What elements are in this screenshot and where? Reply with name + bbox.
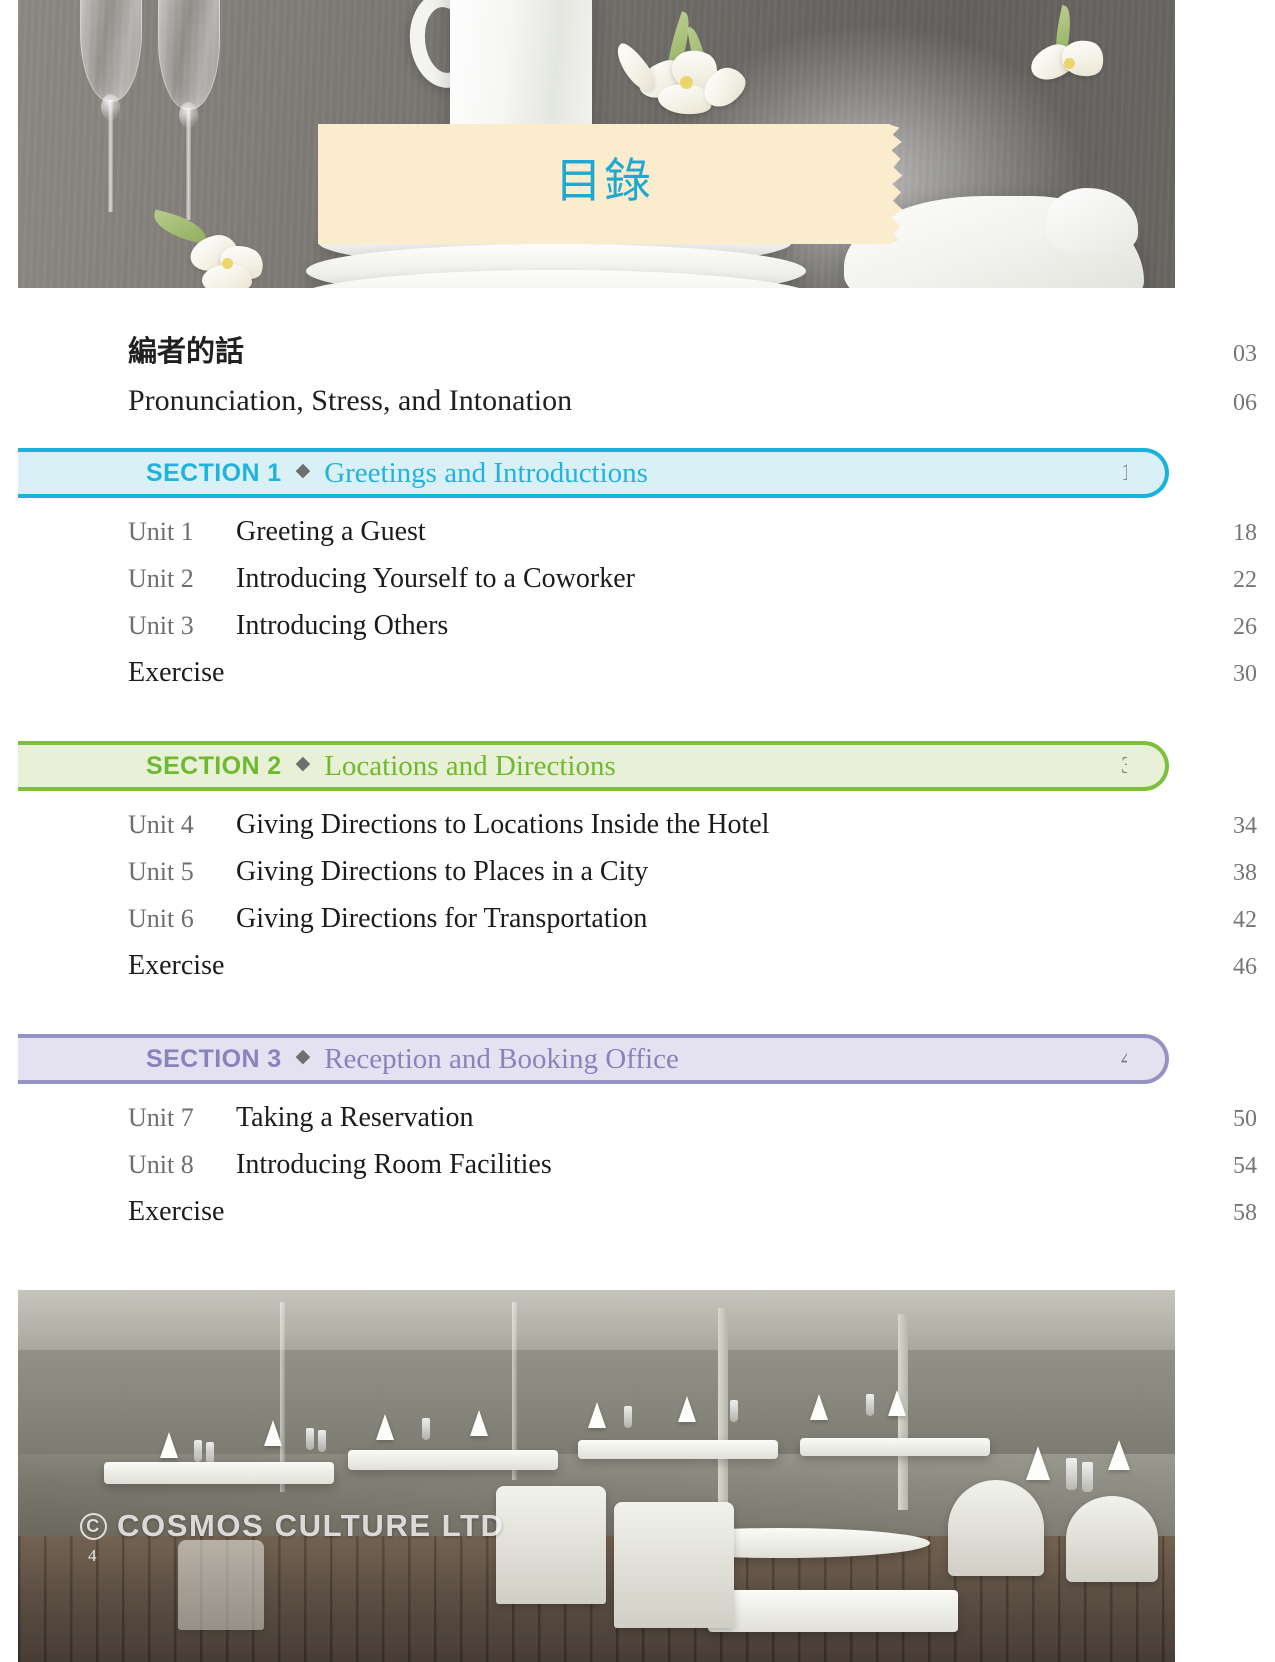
exercise-title: Exercise [128, 950, 225, 981]
chair [614, 1502, 734, 1628]
toc-entry-exercise[interactable]: Exercise 46 [0, 950, 1275, 982]
section-header-3[interactable]: SECTION 3 ◆ Reception and Booking Office… [18, 1034, 1169, 1084]
toc-entry-front-matter[interactable]: 編者的話 03 [0, 328, 1275, 370]
unit-title: Greeting a Guest [236, 516, 426, 547]
unit-number: Unit 3 [128, 611, 194, 640]
toc-entry-exercise[interactable]: Exercise 30 [0, 657, 1275, 689]
toc-entry-unit[interactable]: Unit 6 Giving Directions for Transportat… [0, 903, 1275, 935]
jasmine-flower-top-right [1025, 5, 1175, 116]
section-title: Greetings and Introductions [324, 456, 648, 489]
toc-entry-unit[interactable]: Unit 1 Greeting a Guest 18 [0, 516, 1275, 548]
section-header-2[interactable]: SECTION 2 ◆ Locations and Directions 32 [18, 741, 1169, 791]
dining-table [348, 1450, 558, 1470]
unit-page: 54 [1233, 1153, 1257, 1179]
toc-entry-unit[interactable]: Unit 5 Giving Directions to Places in a … [0, 856, 1275, 888]
dining-table [578, 1440, 778, 1459]
toc-entry-unit[interactable]: Unit 4 Giving Directions to Locations In… [0, 809, 1275, 841]
dining-table [800, 1438, 990, 1456]
dining-table [104, 1462, 334, 1484]
jasmine-flower-bottom-left [148, 209, 328, 288]
title-banner: 目錄 [318, 124, 890, 244]
unit-title: Introducing Yourself to a Coworker [236, 563, 635, 594]
unit-page: 42 [1233, 907, 1257, 933]
diamond-bullet-icon: ◆ [295, 1045, 311, 1067]
dining-table-front [708, 1590, 958, 1632]
toc-entry-unit[interactable]: Unit 7 Taking a Reservation 50 [0, 1102, 1275, 1134]
toc-entry-front-matter[interactable]: Pronunciation, Stress, and Intonation 06 [0, 384, 1275, 418]
jasmine-flower-top [610, 10, 808, 130]
front-matter-title: Pronunciation, Stress, and Intonation [128, 384, 573, 417]
unit-page: 18 [1233, 520, 1257, 546]
header-photo-table-setting: 目錄 [18, 0, 1175, 288]
unit-page: 38 [1233, 860, 1257, 886]
section-title: Reception and Booking Office [324, 1042, 679, 1075]
front-matter-title: 編者的話 [128, 334, 245, 368]
section-block-2: SECTION 2 ◆ Locations and Directions 32 … [0, 689, 1275, 982]
unit-number: Unit 8 [128, 1150, 194, 1179]
unit-title: Giving Directions to Locations Inside th… [236, 809, 770, 840]
toc-entry-unit[interactable]: Unit 2 Introducing Yourself to a Coworke… [0, 563, 1275, 595]
front-matter-page: 06 [1233, 390, 1257, 416]
section-label: SECTION 2 [146, 751, 282, 780]
unit-title: Taking a Reservation [236, 1102, 474, 1133]
exercise-page: 46 [1233, 954, 1257, 980]
copyright-text: COSMOS CULTURE LTD [117, 1508, 505, 1543]
section-block-1: SECTION 1 ◆ Greetings and Introductions … [0, 420, 1275, 689]
unit-number: Unit 6 [128, 904, 194, 933]
armchair [1066, 1496, 1158, 1582]
unit-page: 22 [1233, 567, 1257, 593]
toc-entry-unit[interactable]: Unit 8 Introducing Room Facilities 54 [0, 1149, 1275, 1181]
section-block-3: SECTION 3 ◆ Reception and Booking Office… [0, 982, 1275, 1228]
unit-title: Giving Directions to Places in a City [236, 856, 649, 887]
chair [496, 1486, 606, 1604]
column-post [718, 1308, 728, 1518]
copyright-icon: C [80, 1512, 107, 1540]
chair [178, 1540, 264, 1630]
toc-entry-unit[interactable]: Unit 3 Introducing Others 26 [0, 610, 1275, 642]
section-header-1[interactable]: SECTION 1 ◆ Greetings and Introductions … [18, 448, 1169, 498]
unit-number: Unit 2 [128, 564, 194, 593]
unit-number: Unit 1 [128, 517, 194, 546]
diamond-bullet-icon: ◆ [295, 752, 311, 774]
front-matter-page: 03 [1233, 341, 1257, 367]
armchair [948, 1480, 1044, 1576]
section-label: SECTION 1 [146, 458, 282, 487]
section-label: SECTION 3 [146, 1044, 282, 1073]
exercise-title: Exercise [128, 1196, 225, 1227]
page-folio-number: 4 [88, 1546, 97, 1565]
section-bar-rounded-cap [1127, 448, 1169, 498]
toc-page: 目錄 編者的話 03 Pronunciation, Stress, and In… [0, 0, 1275, 1662]
exercise-title: Exercise [128, 657, 225, 688]
section-bar-rounded-cap [1127, 741, 1169, 791]
unit-page: 26 [1233, 614, 1257, 640]
page-title: 目錄 [555, 153, 653, 209]
section-bar-rounded-cap [1127, 1034, 1169, 1084]
unit-page: 50 [1233, 1106, 1257, 1132]
table-of-contents: 編者的話 03 Pronunciation, Stress, and Inton… [0, 288, 1275, 1228]
unit-title: Introducing Others [236, 610, 449, 641]
unit-title: Giving Directions for Transportation [236, 903, 648, 934]
restaurant-ceiling [18, 1290, 1175, 1350]
unit-number: Unit 5 [128, 857, 194, 886]
copyright-watermark: C COSMOS CULTURE LTD [80, 1508, 505, 1544]
footer-photo-restaurant: C COSMOS CULTURE LTD 4 [18, 1290, 1175, 1662]
unit-page: 34 [1233, 813, 1257, 839]
exercise-page: 30 [1233, 661, 1257, 687]
exercise-page: 58 [1233, 1200, 1257, 1226]
unit-title: Introducing Room Facilities [236, 1149, 552, 1180]
toc-entry-exercise[interactable]: Exercise 58 [0, 1196, 1275, 1228]
section-title: Locations and Directions [324, 749, 616, 782]
unit-number: Unit 4 [128, 810, 194, 839]
unit-number: Unit 7 [128, 1103, 194, 1132]
diamond-bullet-icon: ◆ [295, 459, 311, 481]
